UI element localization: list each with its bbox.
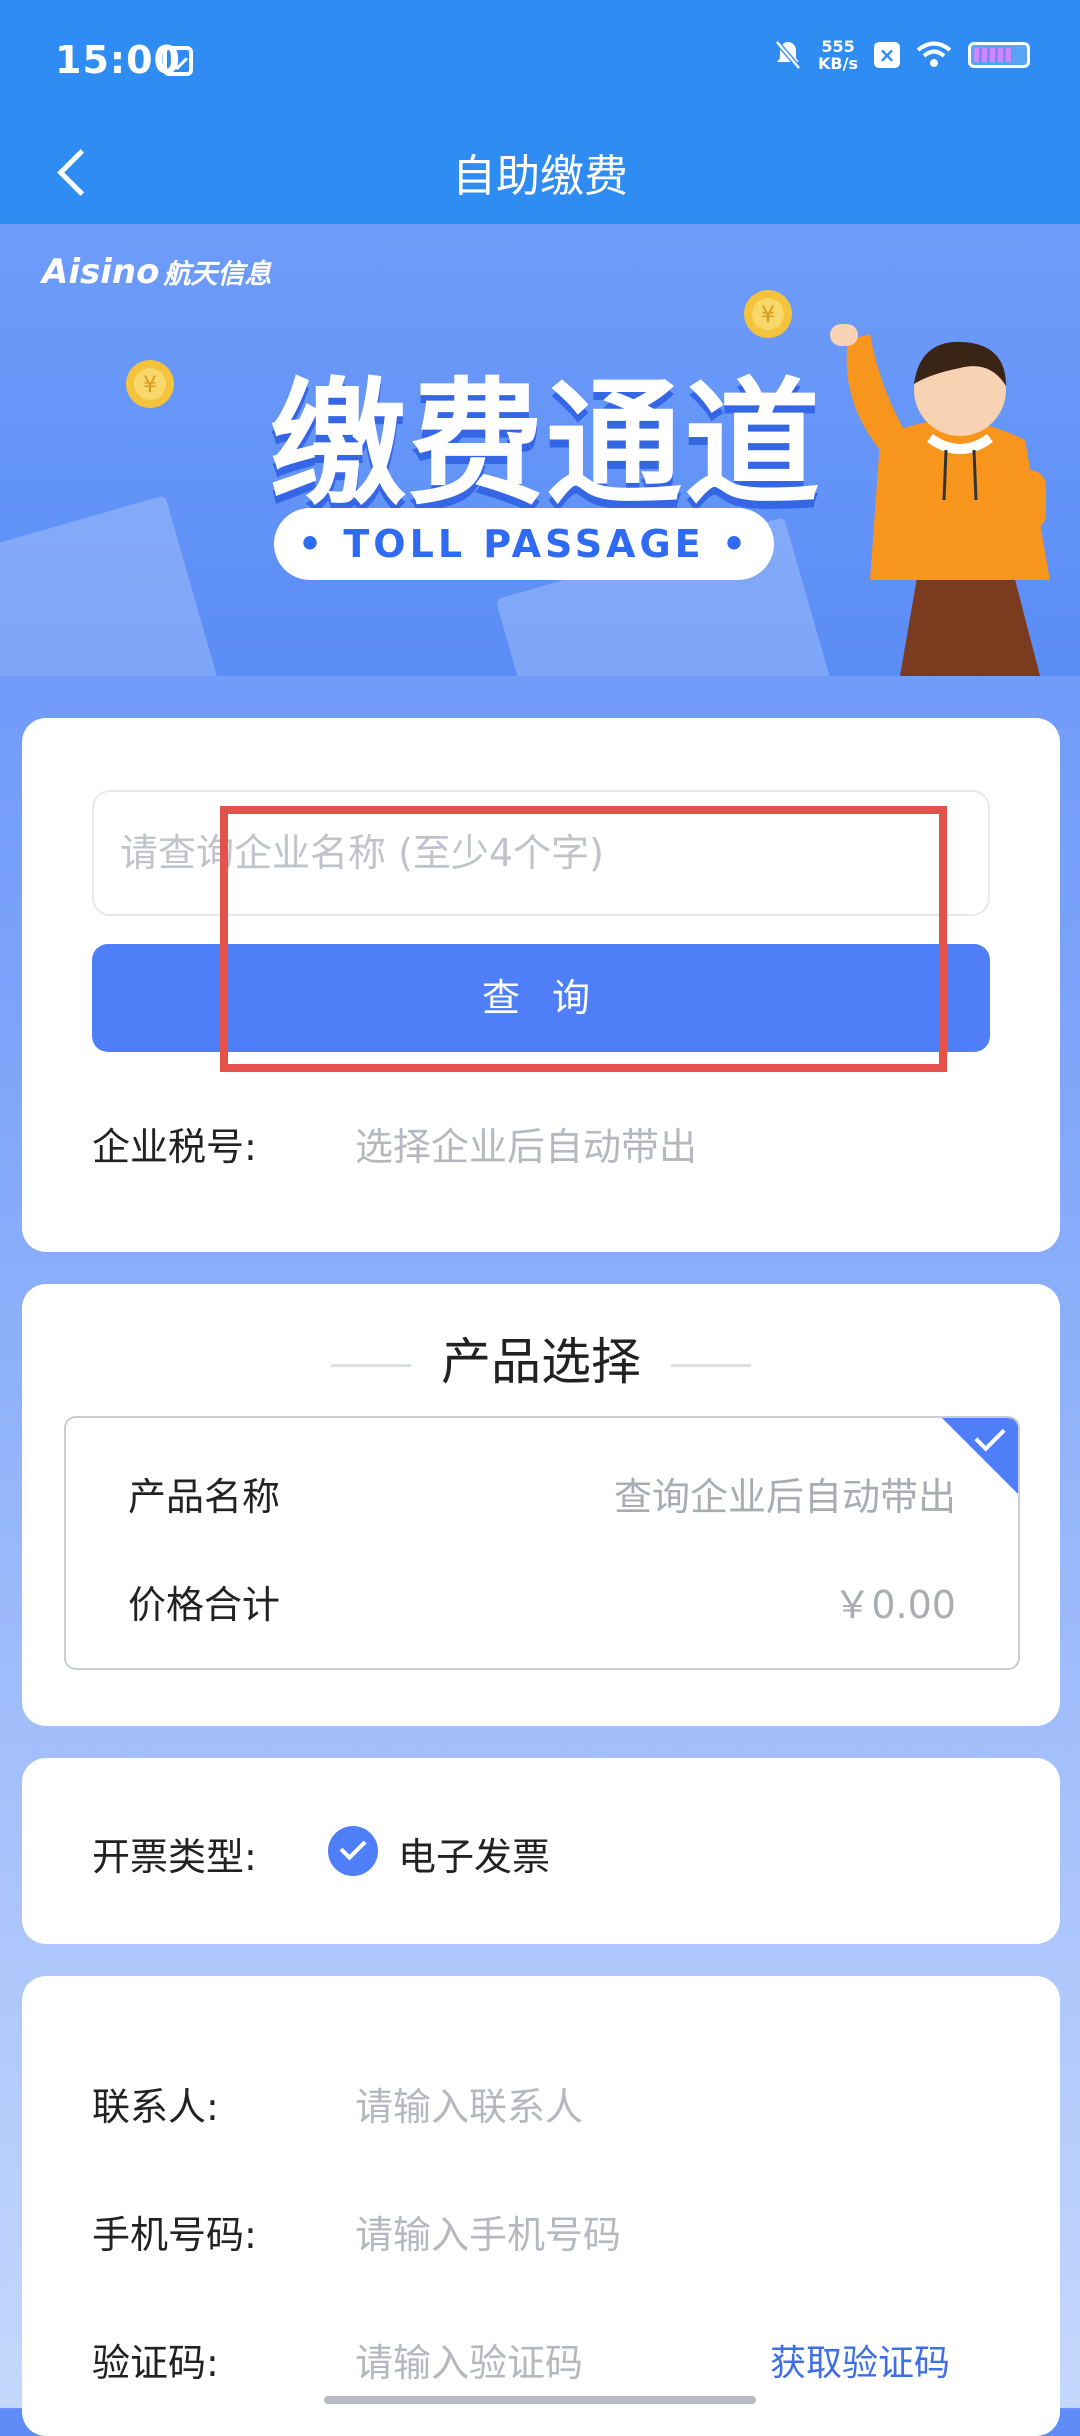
verification-code-input[interactable]: 请输入验证码	[355, 2332, 583, 2387]
sim-x-icon: ×	[874, 42, 900, 68]
contact-card: 联系人: 请输入联系人 手机号码: 请输入手机号码 验证码: 请输入验证码 获取…	[22, 1976, 1060, 2436]
phone-input[interactable]: 请输入手机号码	[355, 2204, 621, 2259]
contact-name-label: 联系人:	[92, 2085, 219, 2129]
price-total-label: 价格合计	[128, 1583, 281, 1627]
invoice-type-label: 开票类型:	[92, 1835, 257, 1879]
banner-title: 缴费通道	[270, 366, 822, 524]
contact-name-input[interactable]: 请输入联系人	[355, 2076, 583, 2131]
svg-text:¥: ¥	[143, 373, 157, 398]
status-icons: 555 KB/s ×	[774, 38, 1030, 72]
network-speed-value: 555	[821, 37, 855, 56]
banner-subtitle: • TOLL PASSAGE •	[274, 508, 774, 580]
page-title: 自助缴费	[452, 151, 628, 202]
battery-icon	[968, 42, 1030, 68]
network-speed-unit: KB/s	[818, 54, 858, 73]
wifi-icon	[916, 41, 952, 67]
status-bar: 15:00 555 KB/s ×	[0, 0, 1080, 124]
get-code-button[interactable]: 获取验证码	[770, 2334, 950, 2386]
brand-logo: Aisino 航天信息	[42, 252, 272, 292]
coin-icon: ¥	[126, 360, 174, 408]
product-section-title: 产品选择	[22, 1322, 1060, 1394]
phone-label: 手机号码:	[92, 2213, 257, 2257]
tax-number-label: 企业税号:	[92, 1125, 257, 1169]
person-illustration	[830, 324, 1050, 676]
calendar-icon	[163, 46, 193, 76]
product-selection-card: 产品选择 产品名称 查询企业后自动带出 价格合计 ￥0.00	[22, 1284, 1060, 1726]
invoice-type-card: 开票类型: 电子发票	[22, 1758, 1060, 1944]
svg-text:¥: ¥	[761, 303, 775, 328]
highlight-box	[220, 806, 947, 1072]
price-total-value: ￥0.00	[833, 1583, 956, 1627]
muted-bell-icon	[775, 40, 801, 70]
verification-code-label: 验证码:	[92, 2341, 219, 2385]
product-name-value: 查询企业后自动带出	[613, 1475, 956, 1519]
app-header: 自助缴费	[0, 124, 1080, 224]
radio-checked-icon[interactable]	[328, 1826, 378, 1876]
network-speed: 555 KB/s	[818, 38, 858, 72]
product-option[interactable]: 产品名称 查询企业后自动带出 价格合计 ￥0.00	[64, 1416, 1020, 1670]
tax-number-value: 选择企业后自动带出	[355, 1125, 698, 1169]
banner: Aisino 航天信息 ¥ ¥ 缴费通道 • TOLL PASSAGE •	[0, 224, 1080, 676]
invoice-option-label[interactable]: 电子发票	[398, 1826, 550, 1881]
home-indicator[interactable]	[324, 2396, 756, 2404]
product-name-label: 产品名称	[128, 1475, 281, 1519]
